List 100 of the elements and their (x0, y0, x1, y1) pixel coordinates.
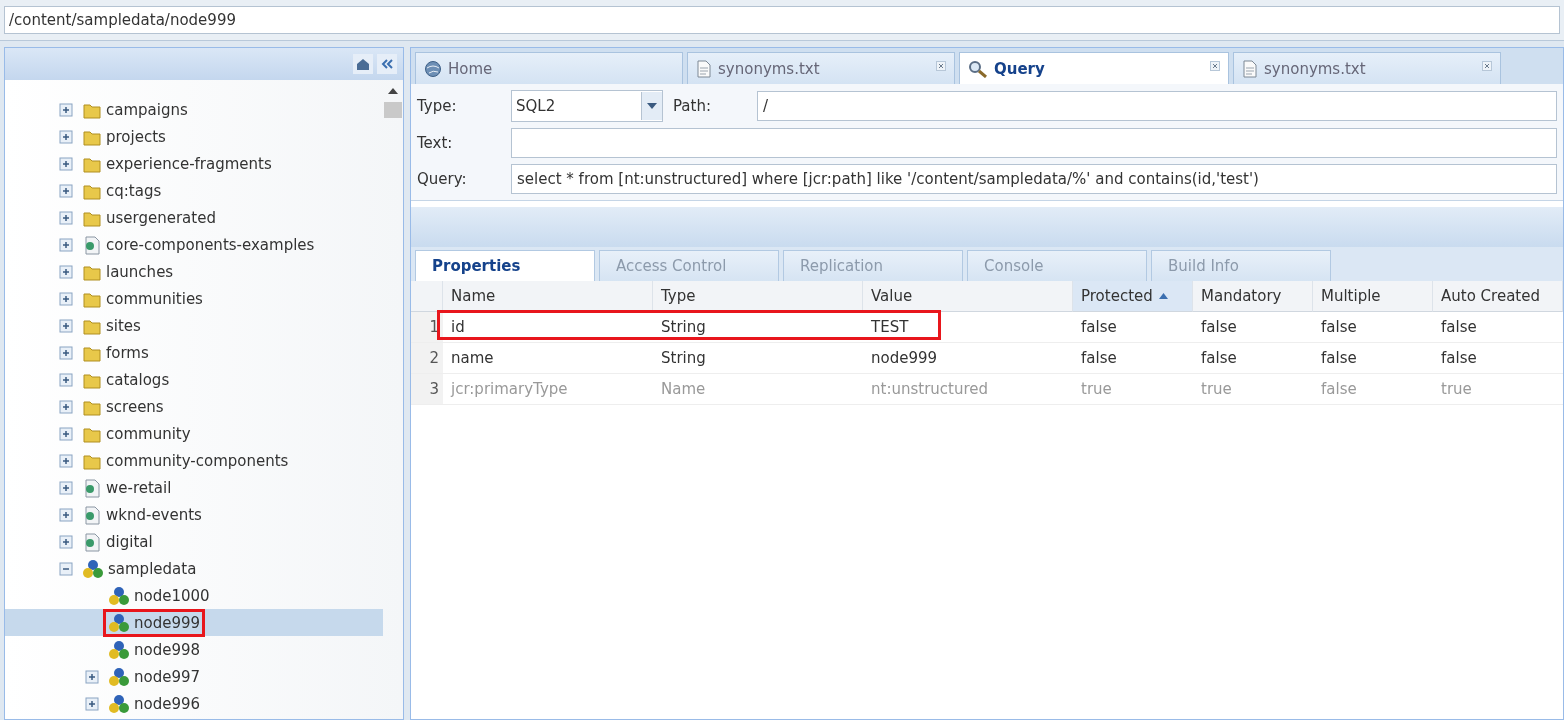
collapse-icon[interactable] (59, 561, 73, 576)
expand-icon[interactable] (59, 318, 73, 333)
table-cell: false (1313, 374, 1433, 405)
tree-row[interactable]: community-components (5, 447, 383, 474)
tree-row[interactable]: launches (5, 258, 383, 285)
table-cell: Name (653, 374, 863, 405)
field-label: Type: (417, 97, 458, 115)
tree-label: wknd-events (106, 505, 202, 524)
tree-row[interactable]: experience-fragments (5, 150, 383, 177)
table-cell: true (1433, 374, 1563, 405)
expand-icon[interactable] (59, 399, 73, 414)
column-header[interactable]: Value (863, 281, 1073, 312)
row-number: 2 (411, 343, 443, 374)
tree-label: sites (106, 316, 141, 335)
expand-icon[interactable] (59, 507, 73, 522)
scroll-up-icon[interactable] (388, 88, 398, 94)
expand-icon[interactable] (59, 183, 73, 198)
field-label: Text: (417, 134, 454, 152)
expand-icon[interactable] (85, 696, 99, 711)
tab[interactable]: synonyms.txt (687, 52, 955, 84)
column-header[interactable]: Protected (1073, 281, 1193, 312)
tree-label: node996 (134, 694, 201, 713)
tree-row[interactable]: sampledata (5, 555, 383, 582)
expand-icon[interactable] (59, 237, 73, 252)
tree-label: core-components-examples (106, 235, 315, 254)
tree-label: usergenerated (106, 208, 216, 227)
tree-label: node998 (134, 640, 201, 659)
query-input[interactable]: select * from [nt:unstructured] where [jcr:path] like '/content/sampledata/%' and contains(id,'test') (511, 164, 1557, 194)
tree-row[interactable]: screens (5, 393, 383, 420)
tree-row[interactable]: digital (5, 528, 383, 555)
tree-label: digital (106, 532, 153, 551)
expand-icon[interactable] (59, 453, 73, 468)
path-input[interactable]: / (757, 91, 1557, 121)
tree-row[interactable]: campaigns (5, 96, 383, 123)
column-header[interactable]: Name (443, 281, 653, 312)
expand-icon[interactable] (59, 534, 73, 549)
text-input[interactable] (511, 128, 1557, 158)
tree-label: screens (106, 397, 164, 416)
table-cell: String (653, 312, 863, 343)
tree-row[interactable]: node997 (5, 663, 383, 690)
tab[interactable]: Query (959, 52, 1229, 84)
tree-label: cq:tags (106, 181, 162, 200)
expand-icon[interactable] (59, 426, 73, 441)
tree-row[interactable]: usergenerated (5, 204, 383, 231)
column-header[interactable]: Type (653, 281, 863, 312)
tree-row[interactable]: node998 (5, 636, 383, 663)
column-header[interactable]: Auto Created (1433, 281, 1563, 312)
expand-icon[interactable] (59, 372, 73, 387)
expand-icon[interactable] (59, 480, 73, 495)
close-icon[interactable] (936, 61, 946, 71)
tab-label: Query (994, 59, 1045, 78)
type-dropdown[interactable]: SQL2 (511, 90, 663, 122)
expand-icon[interactable] (85, 669, 99, 684)
globe-icon (424, 59, 442, 78)
column-header[interactable]: Mandatory (1193, 281, 1313, 312)
tab[interactable]: synonyms.txt (1233, 52, 1501, 84)
tree-row[interactable]: node999 (5, 609, 383, 636)
page-icon (82, 504, 102, 525)
expand-icon[interactable] (59, 345, 73, 360)
expand-icon[interactable] (59, 102, 73, 117)
expand-icon[interactable] (59, 210, 73, 225)
tree-label: projects (106, 127, 166, 146)
scroll-thumb[interactable] (384, 102, 402, 118)
tree-row[interactable]: sites (5, 312, 383, 339)
table-cell: true (1073, 374, 1193, 405)
collapse-panel-icon[interactable] (377, 54, 397, 74)
tree-label: campaigns (106, 100, 188, 119)
tree-row[interactable]: core-components-examples (5, 231, 383, 258)
search-icon (968, 59, 988, 78)
table-cell: true (1193, 374, 1313, 405)
sort-icon (1158, 293, 1168, 299)
home-icon[interactable] (353, 54, 373, 74)
tree-row[interactable]: node1000 (5, 582, 383, 609)
expand-icon[interactable] (59, 264, 73, 279)
expand-icon[interactable] (59, 291, 73, 306)
tree-row[interactable]: wknd-events (5, 501, 383, 528)
tree-row[interactable]: projects (5, 123, 383, 150)
tree-row[interactable]: community (5, 420, 383, 447)
tree-row[interactable]: communities (5, 285, 383, 312)
tree-row[interactable]: cq:tags (5, 177, 383, 204)
tree-label: we-retail (106, 478, 172, 497)
tree-row[interactable]: node996 (5, 690, 383, 717)
path-field[interactable]: /content/sampledata/node999 (4, 6, 1560, 34)
tree-label: node997 (134, 667, 201, 686)
tree-row[interactable]: we-retail (5, 474, 383, 501)
expand-icon[interactable] (59, 129, 73, 144)
tree-label: catalogs (106, 370, 170, 389)
close-icon[interactable] (1210, 61, 1220, 71)
tab-label: synonyms.txt (718, 59, 820, 78)
tab[interactable]: Home (415, 52, 683, 84)
column-header[interactable]: Multiple (1313, 281, 1433, 312)
expand-icon[interactable] (59, 156, 73, 171)
table-cell: false (1193, 343, 1313, 374)
close-icon[interactable] (1482, 61, 1492, 71)
tree-row[interactable]: catalogs (5, 366, 383, 393)
tab-label: synonyms.txt (1264, 59, 1366, 78)
tree-row[interactable]: forms (5, 339, 383, 366)
tree-label: node999 (134, 613, 201, 632)
tab[interactable]: Properties (415, 250, 595, 281)
tree-label: community-components (106, 451, 289, 470)
